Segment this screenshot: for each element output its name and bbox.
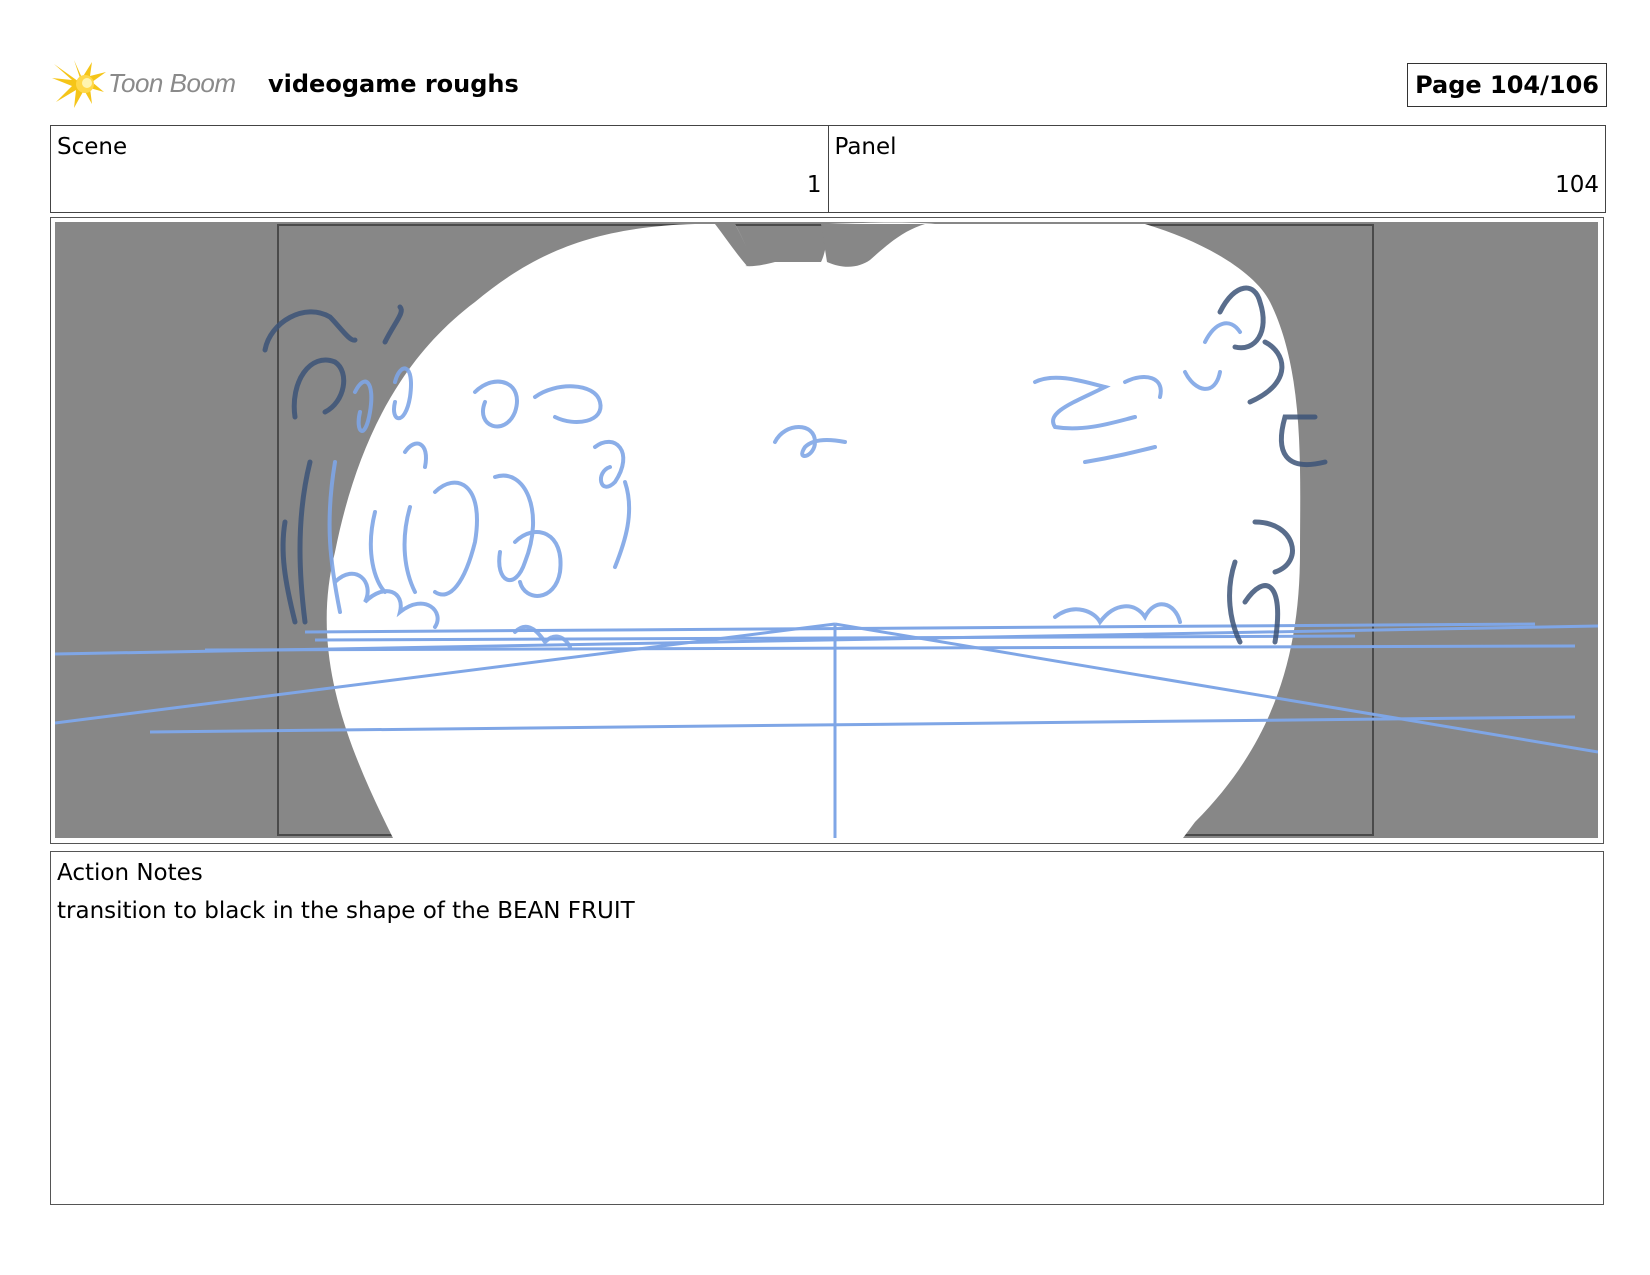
panel-label: Panel [834,134,897,160]
scene-cell: Scene 1 [51,126,828,212]
project-title: videogame roughs [268,70,519,98]
panel-cell: Panel 104 [827,126,1606,212]
bean-fruit-silhouette [326,222,1301,838]
toon-boom-logo: Toon Boom [52,56,252,112]
panel-drawing [55,222,1598,838]
scene-panel-info: Scene 1 Panel 104 [50,125,1606,213]
page-number-badge: Page 104/106 [1407,63,1607,107]
logo-wordmark: Toon Boom [108,68,236,98]
action-notes-box: Action Notes transition to black in the … [50,851,1604,1205]
page-header: Toon Boom videogame roughs Page 104/106 [52,56,1607,112]
scene-label: Scene [57,134,128,160]
action-notes-text: transition to black in the shape of the … [57,898,635,924]
panel-value: 104 [1555,172,1599,198]
action-notes-label: Action Notes [57,860,203,886]
starburst-icon [52,60,106,108]
scene-value: 1 [806,172,822,198]
storyboard-panel [50,217,1604,844]
